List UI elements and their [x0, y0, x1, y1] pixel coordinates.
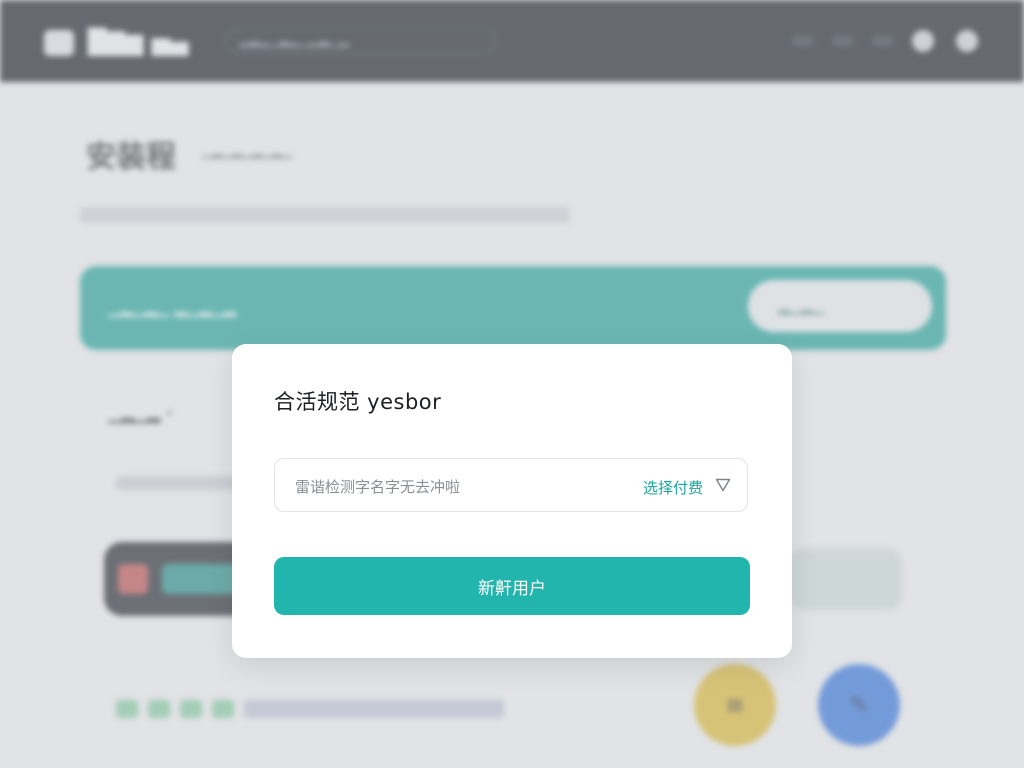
app-stage: █▇▆ ▅▄ ▂▃▂▁▃▂▁▂▃▁▂ 安装程 ▁▂▁▂▁▂▁▂▁ ▁▂▁▂▁ ▂…	[0, 0, 1024, 768]
select-dropdown[interactable]: 雷谐检测字名字无去冲啦 选择付费	[274, 458, 748, 512]
modal-dialog: 合活规范 yesbor 雷谐检测字名字无去冲啦 选择付费 新鼾用户	[232, 344, 792, 658]
select-placeholder: 雷谐检测字名字无去冲啦	[295, 478, 461, 496]
chevron-down-icon[interactable]	[715, 478, 731, 492]
create-user-button[interactable]: 新鼾用户	[274, 557, 750, 615]
select-value[interactable]: 选择付费	[643, 477, 703, 498]
modal-title: 合活规范 yesbor	[274, 390, 442, 414]
